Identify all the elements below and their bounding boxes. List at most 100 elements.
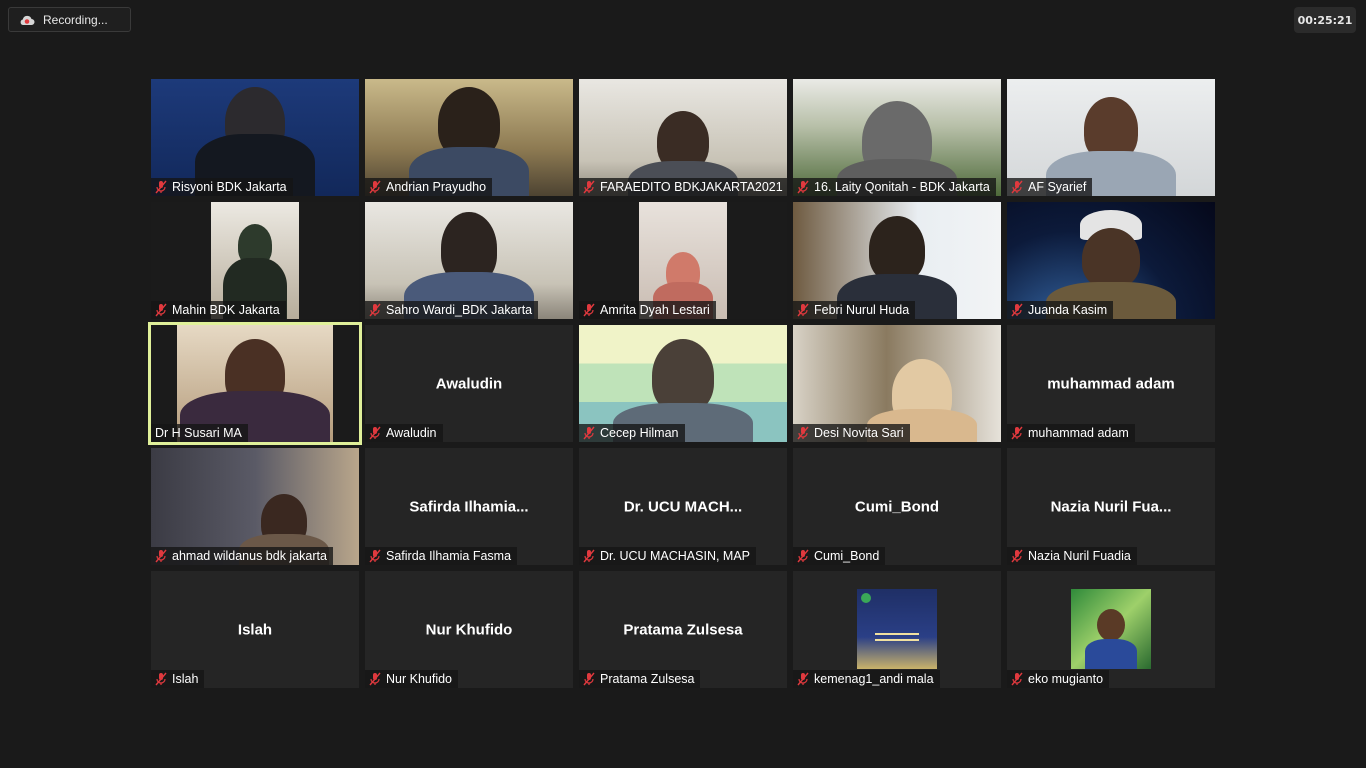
participant-name: Desi Novita Sari: [814, 426, 904, 440]
participant-tile[interactable]: Juanda Kasim: [1007, 202, 1215, 319]
muted-mic-icon: [1011, 303, 1023, 317]
participant-tile[interactable]: ahmad wildanus bdk jakarta: [151, 448, 359, 565]
participant-display-name: Pratama Zulsesa: [623, 621, 743, 638]
participant-display-name: Nazia Nuril Fua...: [1050, 498, 1172, 515]
participant-name: Dr. UCU MACHASIN, MAP: [600, 549, 751, 563]
participant-name-tag: muhammad adam: [1007, 424, 1135, 442]
participant-name: AF Syarief: [1028, 180, 1087, 194]
participant-name: Cecep Hilman: [600, 426, 679, 440]
participant-name: eko mugianto: [1028, 672, 1104, 686]
participant-tile[interactable]: Desi Novita Sari: [793, 325, 1001, 442]
participant-name: Febri Nurul Huda: [814, 303, 910, 317]
participant-tile[interactable]: Amrita Dyah Lestari: [579, 202, 787, 319]
participant-name: FARAEDITO BDKJAKARTA2021: [600, 180, 783, 194]
participant-name: Cumi_Bond: [814, 549, 880, 563]
participant-tile[interactable]: Cecep Hilman: [579, 325, 787, 442]
participant-display-name: Islah: [237, 621, 273, 638]
meeting-timer: 00:25:21: [1294, 7, 1356, 33]
participant-name-tag: Pratama Zulsesa: [579, 670, 701, 688]
participant-name-tag: eko mugianto: [1007, 670, 1110, 688]
participant-name-tag: Awaludin: [365, 424, 443, 442]
participant-tile[interactable]: Febri Nurul Huda: [793, 202, 1001, 319]
participant-display-name: Safirda Ilhamia...: [409, 498, 529, 515]
participant-display-name: Awaludin: [435, 375, 503, 392]
participant-name: Mahin BDK Jakarta: [172, 303, 280, 317]
participant-tile[interactable]: Pratama Zulsesa Pratama Zulsesa: [579, 571, 787, 688]
muted-mic-icon: [1011, 426, 1023, 440]
muted-mic-icon: [583, 180, 595, 194]
participant-name-tag: Safirda Ilhamia Fasma: [365, 547, 518, 565]
participant-tile[interactable]: 16. Laity Qonitah - BDK Jakarta: [793, 79, 1001, 196]
participant-tile[interactable]: Nazia Nuril Fua... Nazia Nuril Fuadia: [1007, 448, 1215, 565]
muted-mic-icon: [369, 549, 381, 563]
recording-indicator[interactable]: Recording...: [8, 7, 131, 32]
participant-name-tag: Nazia Nuril Fuadia: [1007, 547, 1137, 565]
muted-mic-icon: [583, 303, 595, 317]
participant-display-name: muhammad adam: [1047, 375, 1175, 392]
participant-tile[interactable]: Awaludin Awaludin: [365, 325, 573, 442]
participant-name-tag: Dr. UCU MACHASIN, MAP: [579, 547, 757, 565]
participant-name-tag: 16. Laity Qonitah - BDK Jakarta: [793, 178, 996, 196]
participant-name: Pratama Zulsesa: [600, 672, 695, 686]
participant-name: Amrita Dyah Lestari: [600, 303, 710, 317]
participant-name: Awaludin: [386, 426, 437, 440]
muted-mic-icon: [155, 549, 167, 563]
profile-picture: [857, 589, 937, 669]
participant-name-tag: kemenag1_andi mala: [793, 670, 940, 688]
participant-name: Dr H Susari MA: [155, 426, 242, 440]
participant-tile[interactable]: Cumi_Bond Cumi_Bond: [793, 448, 1001, 565]
participant-display-name: Cumi_Bond: [854, 498, 940, 515]
participant-name: 16. Laity Qonitah - BDK Jakarta: [814, 180, 990, 194]
muted-mic-icon: [1011, 672, 1023, 686]
muted-mic-icon: [797, 303, 809, 317]
muted-mic-icon: [369, 426, 381, 440]
participant-name: Andrian Prayudho: [386, 180, 487, 194]
participant-name-tag: Cecep Hilman: [579, 424, 685, 442]
participant-tile[interactable]: eko mugianto: [1007, 571, 1215, 688]
participant-name: kemenag1_andi mala: [814, 672, 934, 686]
participant-tile[interactable]: Safirda Ilhamia... Safirda Ilhamia Fasma: [365, 448, 573, 565]
participant-tile[interactable]: Mahin BDK Jakarta: [151, 202, 359, 319]
participant-tile[interactable]: muhammad adam muhammad adam: [1007, 325, 1215, 442]
muted-mic-icon: [1011, 180, 1023, 194]
participant-tile[interactable]: Islah Islah: [151, 571, 359, 688]
muted-mic-icon: [797, 426, 809, 440]
participant-name-tag: Sahro Wardi_BDK Jakarta: [365, 301, 539, 319]
participant-tile[interactable]: Sahro Wardi_BDK Jakarta: [365, 202, 573, 319]
participant-tile[interactable]: Dr. UCU MACH... Dr. UCU MACHASIN, MAP: [579, 448, 787, 565]
participant-name: Nur Khufido: [386, 672, 453, 686]
participant-name: Nazia Nuril Fuadia: [1028, 549, 1131, 563]
participant-name: ahmad wildanus bdk jakarta: [172, 549, 327, 563]
participant-name: Risyoni BDK Jakarta: [172, 180, 287, 194]
participant-tile[interactable]: Nur Khufido Nur Khufido: [365, 571, 573, 688]
participant-name-tag: Risyoni BDK Jakarta: [151, 178, 293, 196]
muted-mic-icon: [583, 426, 595, 440]
muted-mic-icon: [797, 549, 809, 563]
participant-name-tag: AF Syarief: [1007, 178, 1093, 196]
participant-name-tag: Cumi_Bond: [793, 547, 886, 565]
participant-name: muhammad adam: [1028, 426, 1129, 440]
muted-mic-icon: [797, 180, 809, 194]
muted-mic-icon: [583, 672, 595, 686]
participant-tile[interactable]: kemenag1_andi mala: [793, 571, 1001, 688]
participant-name-tag: Dr H Susari MA: [151, 424, 248, 442]
participant-name-tag: FARAEDITO BDKJAKARTA2021: [579, 178, 787, 196]
participant-name: Safirda Ilhamia Fasma: [386, 549, 512, 563]
participant-tile[interactable]: FARAEDITO BDKJAKARTA2021: [579, 79, 787, 196]
participant-tile[interactable]: AF Syarief: [1007, 79, 1215, 196]
participant-name-tag: Islah: [151, 670, 205, 688]
participant-name: Juanda Kasim: [1028, 303, 1108, 317]
participant-name-tag: Mahin BDK Jakarta: [151, 301, 286, 319]
muted-mic-icon: [369, 672, 381, 686]
participant-name-tag: Febri Nurul Huda: [793, 301, 916, 319]
participant-name-tag: Desi Novita Sari: [793, 424, 910, 442]
participant-tile-active-speaker[interactable]: Dr H Susari MA: [148, 322, 362, 445]
muted-mic-icon: [1011, 549, 1023, 563]
participant-tile[interactable]: Risyoni BDK Jakarta: [151, 79, 359, 196]
muted-mic-icon: [369, 303, 381, 317]
participant-tile[interactable]: Andrian Prayudho: [365, 79, 573, 196]
muted-mic-icon: [369, 180, 381, 194]
participant-name-tag: ahmad wildanus bdk jakarta: [151, 547, 333, 565]
muted-mic-icon: [155, 180, 167, 194]
participant-display-name: Nur Khufido: [425, 621, 513, 638]
